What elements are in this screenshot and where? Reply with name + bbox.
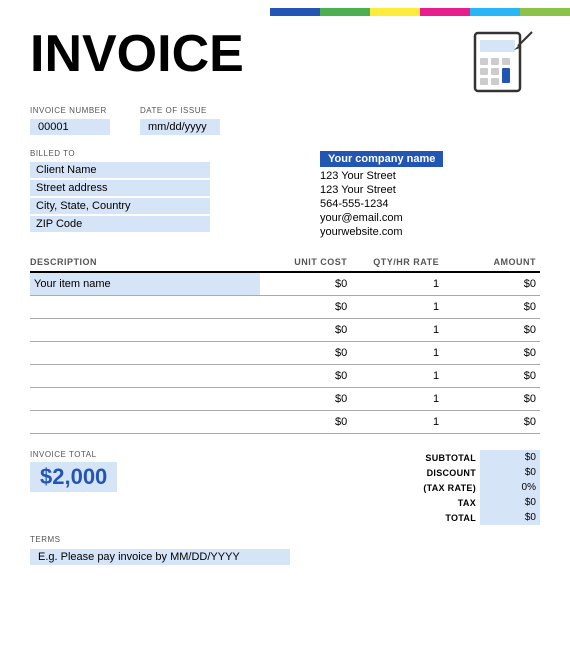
- tax-rate-label: (TAX RATE): [320, 480, 480, 495]
- row-qty[interactable]: 1: [351, 272, 443, 296]
- color-seg-blue: [270, 8, 320, 16]
- discount-label: DISCOUNT: [320, 465, 480, 480]
- totals-section: INVOICE TOTAL $2,000 SUBTOTAL $0 DISCOUN…: [30, 444, 540, 525]
- row-qty[interactable]: 1: [351, 365, 443, 388]
- row-qty[interactable]: 1: [351, 319, 443, 342]
- table-row: Your item name$01$0: [30, 272, 540, 296]
- billed-to-label: BILLED TO: [30, 149, 250, 158]
- subtotal-label: SUBTOTAL: [320, 450, 480, 465]
- street-address[interactable]: Street address: [30, 180, 210, 196]
- city-state-country[interactable]: City, State, Country: [30, 198, 210, 214]
- table-row: $01$0: [30, 319, 540, 342]
- zip-code[interactable]: ZIP Code: [30, 216, 210, 232]
- invoice-number-label: INVOICE NUMBER: [30, 106, 110, 115]
- color-seg-yellow: [370, 8, 420, 16]
- company-address1: 123 Your Street: [320, 169, 540, 183]
- discount-value[interactable]: $0: [480, 465, 540, 480]
- tax-row: TAX $0: [320, 495, 540, 510]
- row-description[interactable]: [30, 342, 260, 365]
- totals-right: SUBTOTAL $0 DISCOUNT $0 (TAX RATE) 0% TA…: [320, 450, 540, 525]
- date-field: DATE OF ISSUE mm/dd/yyyy: [140, 106, 220, 135]
- col-unit-cost: UNIT COST: [260, 253, 352, 272]
- row-amount[interactable]: $0: [443, 365, 540, 388]
- row-qty[interactable]: 1: [351, 388, 443, 411]
- row-qty[interactable]: 1: [351, 411, 443, 434]
- company-address2: 123 Your Street: [320, 183, 540, 197]
- col-qty-rate: QTY/HR RATE: [351, 253, 443, 272]
- invoice-total-label: INVOICE TOTAL: [30, 450, 117, 459]
- company-website: yourwebsite.com: [320, 225, 540, 239]
- tax-value[interactable]: $0: [480, 495, 540, 510]
- company-name[interactable]: Your company name: [320, 151, 443, 167]
- total-row: TOTAL $0: [320, 510, 540, 525]
- color-seg-pink: [420, 8, 470, 16]
- row-amount[interactable]: $0: [443, 272, 540, 296]
- row-amount[interactable]: $0: [443, 342, 540, 365]
- row-qty[interactable]: 1: [351, 296, 443, 319]
- invoice-number-value[interactable]: 00001: [30, 119, 110, 135]
- row-description[interactable]: [30, 365, 260, 388]
- row-qty[interactable]: 1: [351, 342, 443, 365]
- color-bar: [270, 8, 570, 16]
- color-seg-green: [320, 8, 370, 16]
- row-description[interactable]: [30, 388, 260, 411]
- terms-section: TERMS E.g. Please pay invoice by MM/DD/Y…: [30, 535, 540, 565]
- date-label: DATE OF ISSUE: [140, 106, 220, 115]
- row-description[interactable]: Your item name: [30, 272, 260, 296]
- company-info-section: Your company name 123 Your Street 123 Yo…: [320, 149, 540, 239]
- table-row: $01$0: [30, 365, 540, 388]
- invoice-total-value[interactable]: $2,000: [30, 462, 117, 492]
- tax-label: TAX: [320, 495, 480, 510]
- discount-row: DISCOUNT $0: [320, 465, 540, 480]
- row-unit-cost[interactable]: $0: [260, 342, 352, 365]
- client-name[interactable]: Client Name: [30, 162, 210, 178]
- terms-value[interactable]: E.g. Please pay invoice by MM/DD/YYYY: [30, 549, 290, 565]
- terms-label: TERMS: [30, 535, 540, 544]
- row-amount[interactable]: $0: [443, 411, 540, 434]
- row-description[interactable]: [30, 411, 260, 434]
- row-amount[interactable]: $0: [443, 319, 540, 342]
- calculator-icon: [470, 28, 540, 98]
- row-description[interactable]: [30, 296, 260, 319]
- col-description: DESCRIPTION: [30, 253, 260, 272]
- row-description[interactable]: [30, 319, 260, 342]
- subtotal-value[interactable]: $0: [480, 450, 540, 465]
- tax-rate-value[interactable]: 0%: [480, 480, 540, 495]
- total-label: TOTAL: [320, 510, 480, 525]
- row-unit-cost[interactable]: $0: [260, 319, 352, 342]
- invoice-number-field: INVOICE NUMBER 00001: [30, 106, 110, 135]
- company-phone: 564-555-1234: [320, 197, 540, 211]
- row-unit-cost[interactable]: $0: [260, 388, 352, 411]
- table-row: $01$0: [30, 296, 540, 319]
- row-amount[interactable]: $0: [443, 296, 540, 319]
- meta-row: INVOICE NUMBER 00001 DATE OF ISSUE mm/dd…: [30, 106, 540, 135]
- row-unit-cost[interactable]: $0: [260, 365, 352, 388]
- total-value[interactable]: $0: [480, 510, 540, 525]
- row-unit-cost[interactable]: $0: [260, 272, 352, 296]
- color-seg-lightblue: [470, 8, 520, 16]
- tax-rate-row: (TAX RATE) 0%: [320, 480, 540, 495]
- table-row: $01$0: [30, 411, 540, 434]
- row-unit-cost[interactable]: $0: [260, 411, 352, 434]
- invoice-table: DESCRIPTION UNIT COST QTY/HR RATE AMOUNT…: [30, 253, 540, 434]
- invoice-title: INVOICE: [30, 28, 244, 80]
- date-value[interactable]: mm/dd/yyyy: [140, 119, 220, 135]
- row-amount[interactable]: $0: [443, 388, 540, 411]
- table-row: $01$0: [30, 342, 540, 365]
- table-row: $01$0: [30, 388, 540, 411]
- color-seg-lightgreen: [520, 8, 570, 16]
- col-amount: AMOUNT: [443, 253, 540, 272]
- billed-to-section: BILLED TO Client Name Street address Cit…: [30, 149, 250, 239]
- invoice-total-left: INVOICE TOTAL $2,000: [30, 450, 117, 492]
- billing-row: BILLED TO Client Name Street address Cit…: [30, 149, 540, 239]
- subtotal-row: SUBTOTAL $0: [320, 450, 540, 465]
- company-email: your@email.com: [320, 211, 540, 225]
- row-unit-cost[interactable]: $0: [260, 296, 352, 319]
